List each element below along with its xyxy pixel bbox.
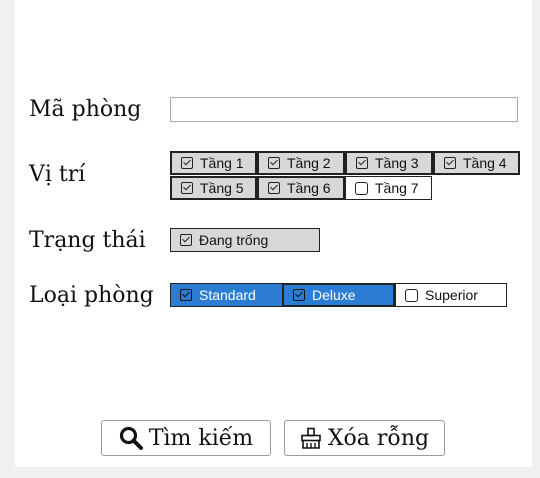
location-option-floor-7[interactable]: Tầng 7 <box>345 176 432 200</box>
location-option-label: Tầng 6 <box>287 180 331 196</box>
clear-button-label: Xóa rỗng <box>327 425 430 451</box>
checkbox-unchecked-icon <box>405 288 418 302</box>
room-type-option-deluxe[interactable]: Deluxe <box>282 283 395 307</box>
status-label: Trạng thái <box>29 228 146 253</box>
location-option-label: Tầng 5 <box>200 180 244 196</box>
room-type-option-label: Standard <box>199 287 256 303</box>
checkbox-checked-icon <box>268 157 280 169</box>
location-label: Vị trí <box>29 162 86 187</box>
room-code-input[interactable] <box>170 97 518 122</box>
location-option-floor-6[interactable]: Tầng 6 <box>257 176 345 200</box>
location-option-label: Tầng 1 <box>200 155 244 171</box>
room-type-option-label: Superior <box>425 287 478 303</box>
location-option-label: Tầng 7 <box>375 180 419 196</box>
clear-button[interactable]: Xóa rỗng <box>284 420 445 456</box>
room-type-label: Loại phòng <box>29 283 154 308</box>
location-option-floor-4[interactable]: Tầng 4 <box>433 151 520 175</box>
status-option-label: Đang trống <box>199 232 269 248</box>
location-option-label: Tầng 3 <box>375 155 419 171</box>
checkbox-unchecked-icon <box>355 181 368 195</box>
checkbox-checked-icon <box>181 182 193 194</box>
room-type-option-superior[interactable]: Superior <box>395 283 507 307</box>
search-panel: Mã phòng Vị trí Tầng 1 Tầng 2 Tầng 3 Tần… <box>15 0 532 467</box>
location-option-label: Tầng 4 <box>463 155 507 171</box>
checkbox-checked-icon <box>268 182 280 194</box>
checkbox-checked-icon <box>180 234 192 246</box>
checkbox-checked-icon <box>356 157 368 169</box>
checkbox-checked-icon <box>444 157 456 169</box>
location-option-floor-5[interactable]: Tầng 5 <box>170 176 257 200</box>
location-option-label: Tầng 2 <box>287 155 331 171</box>
status-option-available[interactable]: Đang trống <box>170 228 320 252</box>
checkbox-checked-icon <box>181 157 193 169</box>
room-code-label: Mã phòng <box>29 97 142 122</box>
location-option-floor-1[interactable]: Tầng 1 <box>170 151 257 175</box>
search-button[interactable]: Tìm kiếm <box>101 420 271 456</box>
search-button-label: Tìm kiếm <box>148 425 254 451</box>
room-type-option-standard[interactable]: Standard <box>170 283 283 307</box>
location-option-floor-3[interactable]: Tầng 3 <box>345 151 433 175</box>
checkbox-checked-icon <box>293 289 305 301</box>
eraser-icon <box>301 427 321 449</box>
location-option-floor-2[interactable]: Tầng 2 <box>257 151 345 175</box>
search-icon <box>119 426 143 450</box>
checkbox-checked-icon <box>180 289 192 301</box>
room-type-option-label: Deluxe <box>312 287 356 303</box>
